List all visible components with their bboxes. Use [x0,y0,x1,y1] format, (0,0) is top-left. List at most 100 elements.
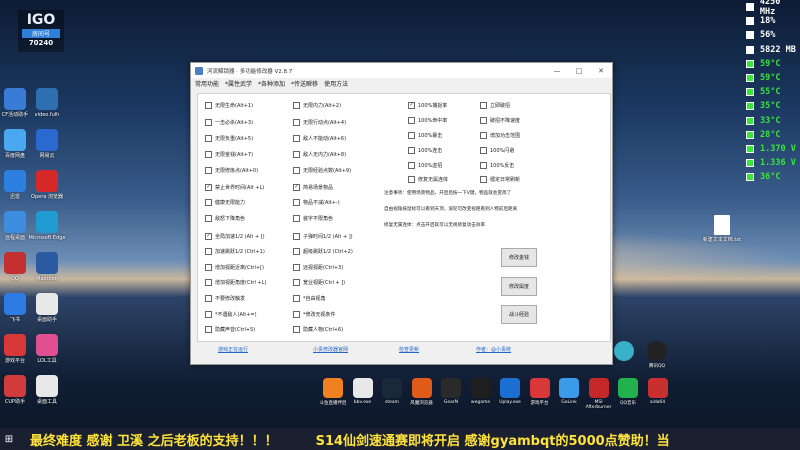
desktop-icon[interactable]: video.fulh [22,88,72,118]
option-checkbox[interactable]: 100%连击 [408,147,442,154]
option-checkbox[interactable]: 100%暴击 [408,132,442,139]
checkbox-box[interactable] [480,176,487,183]
checkbox-box[interactable] [480,117,487,124]
option-checkbox[interactable]: 敌怒下降角色 [205,215,245,222]
checkbox-box[interactable] [293,311,300,318]
option-checkbox[interactable]: 子弹时间1/2 (Alt + ]) [293,233,353,240]
checkbox-box[interactable] [480,147,487,154]
dock-app[interactable]: steam [376,375,408,405]
windows-start-icon[interactable]: ⊞ [0,428,18,450]
menu-tab-teleport[interactable]: *传送瞬移 [291,79,318,88]
checkbox-box[interactable] [293,326,300,333]
checkbox-box[interactable] [205,311,212,318]
option-checkbox[interactable]: 隐藏声音(Ctrl+S) [205,326,255,333]
author-link[interactable]: 作者：@小贵统 [476,346,511,353]
option-checkbox[interactable]: 无限行动点(Alt+4) [293,119,346,126]
desktop-icon[interactable] [608,338,640,363]
option-checkbox[interactable]: 宽业视距(Ctrl + ]) [293,279,345,286]
menu-tab-usage[interactable]: 使用方法 [324,79,348,88]
option-checkbox[interactable]: 修复无属连体 [408,176,448,183]
option-checkbox[interactable]: 无限金钱(Alt+7) [205,151,253,158]
dock-app[interactable]: QQ音乐 [612,375,644,406]
option-checkbox[interactable]: 无限经验点数(Alt+9) [293,167,351,174]
option-checkbox[interactable]: 立即破招 [480,102,510,109]
checkbox-box[interactable] [293,102,300,109]
checkbox-box[interactable] [205,167,212,174]
dock-app[interactable]: GoLink [553,375,585,405]
option-checkbox[interactable]: ✓ 全局加速1/2 (Alt + [) [205,233,265,240]
option-checkbox[interactable]: 破招不降速度 [480,117,520,124]
checkbox-box[interactable]: ✓ [205,233,212,240]
checkbox-box[interactable] [293,167,300,174]
option-checkbox[interactable]: ✓ 100%捕捉率 [408,102,447,109]
option-checkbox[interactable]: 远视视距(Ctrl+3) [293,264,343,271]
checkbox-box[interactable] [293,119,300,126]
menu-tab-add[interactable]: *各种添加 [258,79,285,88]
checkbox-box[interactable] [480,162,487,169]
dock-app[interactable]: Uplay.exe [494,375,526,405]
modify-money-button[interactable]: 修改金钱 [501,248,537,267]
checkbox-box[interactable] [408,117,415,124]
checkbox-box[interactable] [293,135,300,142]
option-checkbox[interactable]: 无限负重(Alt+5) [205,135,253,142]
modify-attributes-button[interactable]: 修改属度 [501,277,537,296]
minimize-button[interactable]: — [546,67,568,75]
checkbox-box[interactable] [408,162,415,169]
website-link[interactable]: 小贵修改器官网 [313,346,348,353]
option-checkbox[interactable]: 无限生命(Alt+1) [205,102,253,109]
option-checkbox[interactable]: 增加功击范围 [480,132,520,139]
option-checkbox[interactable]: 100%命中率 [408,117,447,124]
option-checkbox[interactable]: 无限修炼点(Alt+0) [205,167,258,174]
checkbox-box[interactable] [293,295,300,302]
checkbox-box[interactable] [205,199,212,206]
desktop-icon[interactable]: LOL工具 [22,334,72,364]
close-button[interactable]: ✕ [590,67,612,75]
check-update-link[interactable]: 检查更新 [399,346,419,353]
option-checkbox[interactable]: ✓ 简易场景物品 [293,184,333,191]
checkbox-box[interactable] [205,279,212,286]
checkbox-box[interactable] [408,147,415,154]
checkbox-box[interactable] [205,215,212,222]
checkbox-box[interactable] [293,151,300,158]
checkbox-box[interactable] [293,215,300,222]
checkbox-box[interactable] [408,132,415,139]
option-checkbox[interactable]: 敌人不能动(Alt+6) [293,135,346,142]
dock-app[interactable]: aida64 [642,375,674,405]
checkbox-box[interactable] [205,295,212,302]
menu-tab-common[interactable]: 常用功能 [195,79,219,88]
option-checkbox[interactable]: 100%虚招 [408,162,442,169]
option-checkbox[interactable]: 穩定日常刷新 [480,176,520,183]
checkbox-box[interactable] [293,233,300,240]
dock-app[interactable]: 斗鱼直播伴侣 [317,375,349,406]
option-checkbox[interactable]: 装字不限角色 [293,215,333,222]
option-checkbox[interactable]: 健康无限能力 [205,199,245,206]
checkbox-box[interactable] [205,248,212,255]
option-checkbox[interactable]: *自由视角 [293,295,326,302]
checkbox-box[interactable] [293,199,300,206]
option-checkbox[interactable]: 加速跳跃1/2 (Ctrl+1) [205,248,265,255]
option-checkbox[interactable]: 增加视距角度(Ctrl +L) [205,279,266,286]
desktop-icon[interactable]: Opera 浏览器 [22,170,72,200]
checkbox-box[interactable] [205,151,212,158]
checkbox-box[interactable] [205,135,212,142]
checkbox-box[interactable] [480,132,487,139]
desktop-icon[interactable]: Microsoft Edge [22,211,72,241]
option-checkbox[interactable]: *不遇敌人(Alt+=) [205,311,257,318]
option-checkbox[interactable]: 100%闪避 [480,147,514,154]
dock-app[interactable]: wegame [465,375,497,405]
option-checkbox[interactable]: *修改无视条件 [293,311,336,318]
option-checkbox[interactable]: 不要修改触发 [205,295,245,302]
option-checkbox[interactable]: 隐藏人物(Ctrl+6) [293,326,343,333]
checkbox-box[interactable]: ✓ [408,102,415,109]
dock-app[interactable]: bbv.exe [347,375,379,405]
desktop-icon[interactable]: 桌面助手 [22,293,72,323]
checkbox-box[interactable] [480,102,487,109]
battle-exp-button[interactable]: 战斗经验 [501,305,537,324]
checkbox-box[interactable]: ✓ [293,184,300,191]
dock-app[interactable]: GearN [435,375,467,405]
option-checkbox[interactable]: 超级跳跃1/2 (Ctrl+2) [293,248,353,255]
checkbox-box[interactable] [293,279,300,286]
checkbox-box[interactable] [293,264,300,271]
game-status-link[interactable]: 游戏正在运行 [218,346,248,353]
desktop-icon[interactable]: Maxthon [22,252,72,282]
